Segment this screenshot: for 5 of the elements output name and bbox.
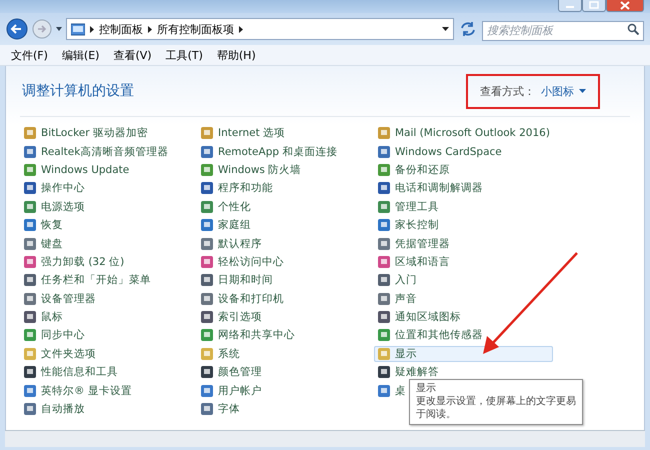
view-label: 查看方式： bbox=[480, 84, 535, 98]
tooltip-text: 于阅读。 bbox=[416, 409, 457, 421]
page-heading: 调整计算机的设置 bbox=[22, 82, 134, 100]
tooltip-title: 显示 bbox=[416, 383, 437, 395]
tooltip-text: 更改显示设置，使屏幕上的文字更易 bbox=[416, 396, 576, 408]
